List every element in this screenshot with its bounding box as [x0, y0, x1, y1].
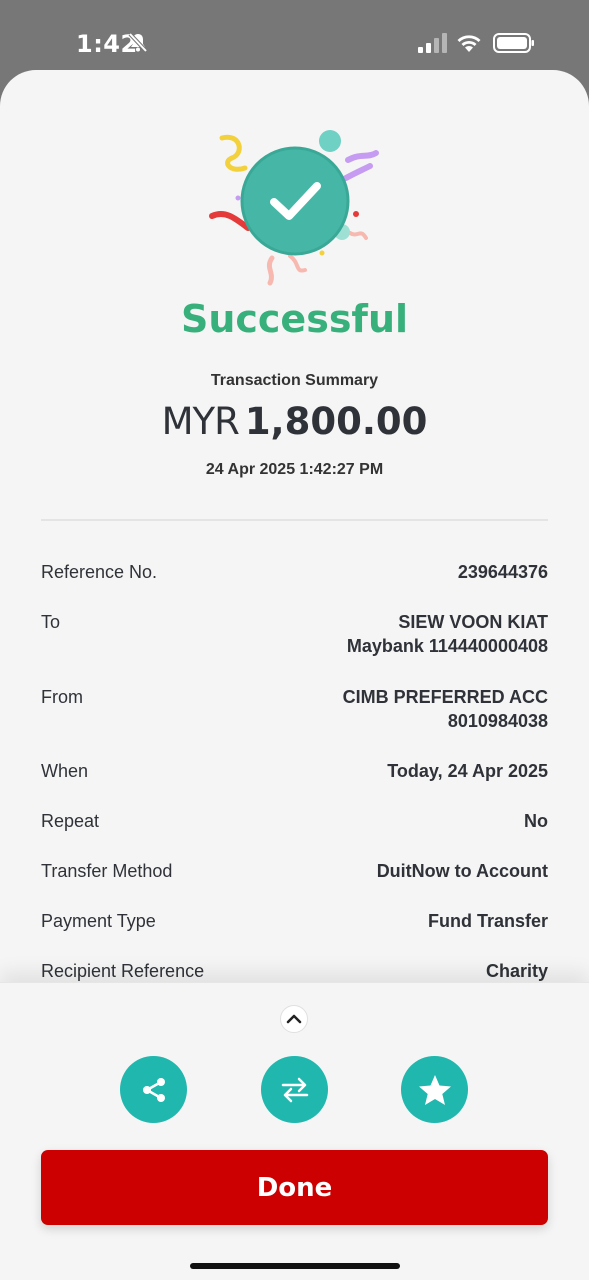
detail-label: To: [41, 612, 61, 632]
detail-value: Fund Transfer: [427, 911, 548, 931]
detail-row-to: To SIEW VOON KIAT Maybank 114440000408: [41, 610, 548, 658]
detail-label: When: [41, 761, 89, 781]
detail-value: Today, 24 Apr 2025: [387, 761, 548, 781]
transfer-again-button[interactable]: [261, 1056, 328, 1123]
transaction-datetime: 24 Apr 2025 1:42:27 PM: [205, 461, 384, 478]
detail-row-recipient-reference: Recipient Reference Charity: [41, 959, 548, 983]
recipient-name: SIEW VOON KIAT: [398, 612, 548, 632]
detail-value: No: [524, 811, 548, 831]
detail-row-payment-type: Payment Type Fund Transfer: [41, 909, 548, 933]
detail-label: Reference No.: [41, 562, 158, 582]
home-indicator[interactable]: [190, 1263, 400, 1269]
amount-currency: MYR: [161, 400, 240, 443]
detail-row-when: When Today, 24 Apr 2025: [41, 759, 548, 783]
status-bar: 1:42: [0, 0, 589, 72]
transfer-icon: [281, 1077, 308, 1102]
chevron-up-icon: [286, 1014, 302, 1024]
detail-value: SIEW VOON KIAT Maybank 114440000408: [347, 610, 548, 658]
share-button[interactable]: [120, 1056, 187, 1123]
detail-label: Transfer Method: [41, 861, 173, 881]
source-account-name: CIMB PREFERRED ACC: [342, 687, 548, 707]
amount-value: 1,800.00: [244, 400, 428, 443]
battery-icon: [493, 33, 534, 53]
detail-label: Repeat: [41, 811, 100, 831]
signal-icon: [418, 33, 447, 53]
recipient-account: Maybank 114440000408: [346, 636, 548, 656]
bottom-action-panel: Done: [0, 982, 589, 1280]
divider: [41, 519, 548, 521]
star-icon: [418, 1074, 451, 1105]
amount: MYR 1,800.00: [0, 400, 589, 443]
detail-value: 239644376: [457, 562, 548, 582]
detail-label: Payment Type: [41, 911, 156, 931]
done-button[interactable]: Done: [41, 1150, 548, 1225]
detail-row-from: From CIMB PREFERRED ACC 8010984038: [41, 685, 548, 733]
detail-value: CIMB PREFERRED ACC 8010984038: [343, 685, 548, 733]
detail-row-reference: Reference No. 239644376: [41, 560, 548, 584]
favourite-button[interactable]: [401, 1056, 468, 1123]
transaction-result-sheet: Successful Transaction Summary MYR 1,800.…: [0, 70, 589, 1280]
detail-value: Charity: [485, 961, 548, 981]
detail-row-transfer-method: Transfer Method DuitNow to Account: [41, 859, 548, 883]
bell-off-icon: [128, 32, 148, 53]
summary-label: Transaction Summary: [210, 372, 379, 389]
detail-value: DuitNow to Account: [376, 861, 548, 881]
wifi-icon: [457, 35, 481, 52]
share-icon: [142, 1077, 165, 1102]
source-account-number: 8010984038: [447, 711, 548, 731]
success-check-icon: [209, 130, 379, 286]
detail-label: From: [41, 687, 83, 707]
status-title: Successful: [180, 297, 409, 341]
detail-label: Recipient Reference: [41, 961, 205, 981]
detail-row-repeat: Repeat No: [41, 809, 548, 833]
expand-panel-button[interactable]: [280, 1005, 308, 1033]
